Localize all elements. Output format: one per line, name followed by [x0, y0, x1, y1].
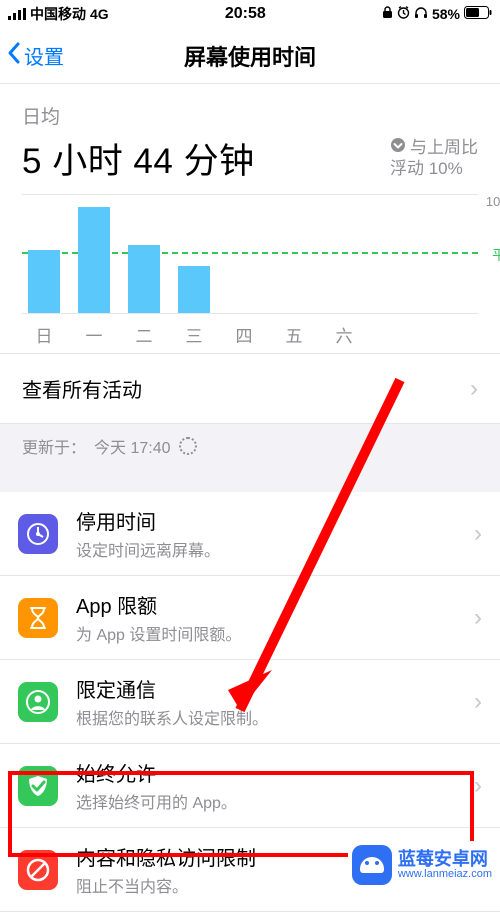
- alarm-icon: [397, 6, 410, 22]
- delta-line2: 浮动 10%: [390, 158, 478, 179]
- delta-block: 与上周比 浮动 10%: [390, 137, 478, 180]
- headphones-icon: [414, 6, 428, 22]
- updated-row: 更新于： 今天 17:40: [0, 424, 500, 472]
- status-bar: 中国移动 4G 20:58 58%: [0, 0, 500, 28]
- row-downtime[interactable]: 停用时间 设定时间远离屏幕。 ›: [0, 492, 500, 576]
- lock-icon: [382, 6, 393, 22]
- downtime-icon: [18, 514, 58, 554]
- bar: [128, 245, 160, 313]
- chevron-right-icon: ›: [470, 375, 478, 403]
- x-tick: 日: [28, 322, 60, 347]
- row-communication-title: 限定通信: [76, 674, 474, 703]
- x-tick: 六: [328, 322, 360, 347]
- row-app-limits[interactable]: App 限额 为 App 设置时间限额。 ›: [0, 576, 500, 660]
- spinner-icon: [179, 437, 197, 455]
- chevron-right-icon: ›: [474, 520, 482, 548]
- row-communication-limits[interactable]: 限定通信 根据您的联系人设定限制。 ›: [0, 660, 500, 744]
- network-label: 4G: [90, 6, 109, 22]
- view-all-activity-label: 查看所有活动: [22, 374, 142, 403]
- no-entry-icon: [18, 850, 58, 890]
- battery-label: 58%: [432, 6, 460, 22]
- chevron-right-icon: ›: [474, 772, 482, 800]
- daily-average-label: 日均: [22, 102, 478, 129]
- watermark-name: 蓝莓安卓网: [398, 850, 492, 868]
- watermark-url: www.lanmeiaz.com: [398, 868, 492, 880]
- updated-prefix: 更新于：: [22, 434, 86, 458]
- row-app-limits-sub: 为 App 设置时间限额。: [76, 621, 474, 645]
- checkmark-shield-icon: [18, 766, 58, 806]
- signal-icon: [8, 8, 26, 20]
- bar: [178, 266, 210, 313]
- view-all-activity[interactable]: 查看所有活动 ›: [0, 353, 500, 423]
- x-tick: 二: [128, 322, 160, 347]
- battery-icon: [464, 6, 492, 22]
- daily-average-value: 5 小时 44 分钟: [22, 133, 255, 184]
- y-axis-top: 10 小时: [486, 191, 500, 210]
- avg-line-label: 平均: [492, 245, 500, 265]
- chevron-left-icon: [6, 41, 22, 71]
- row-app-limits-title: App 限额: [76, 590, 474, 619]
- status-time: 20:58: [225, 5, 266, 23]
- summary-card: 日均 5 小时 44 分钟 与上周比 浮动 10% 10 小时 0 平均 日一二…: [0, 84, 500, 424]
- row-always-allowed-title: 始终允许: [76, 758, 474, 787]
- x-tick: 五: [278, 322, 310, 347]
- carrier-label: 中国移动: [30, 4, 86, 24]
- row-downtime-title: 停用时间: [76, 506, 474, 535]
- x-tick: 三: [178, 322, 210, 347]
- back-button[interactable]: 设置: [6, 28, 64, 83]
- nav-bar: 设置 屏幕使用时间: [0, 28, 500, 84]
- row-always-allowed-sub: 选择始终可用的 App。: [76, 789, 474, 813]
- back-label: 设置: [24, 41, 64, 70]
- chevron-right-icon: ›: [474, 688, 482, 716]
- row-downtime-sub: 设定时间远离屏幕。: [76, 537, 474, 561]
- page-title: 屏幕使用时间: [184, 40, 316, 72]
- bar: [78, 207, 110, 313]
- x-tick: 四: [228, 322, 260, 347]
- arrow-down-icon: [390, 137, 406, 158]
- chevron-right-icon: ›: [474, 604, 482, 632]
- person-circle-icon: [18, 682, 58, 722]
- watermark: 蓝莓安卓网 www.lanmeiaz.com: [348, 841, 500, 889]
- bar: [28, 250, 60, 313]
- row-communication-sub: 根据您的联系人设定限制。: [76, 705, 474, 729]
- row-always-allowed[interactable]: 始终允许 选择始终可用的 App。 ›: [0, 744, 500, 828]
- updated-time: 今天 17:40: [94, 434, 171, 458]
- android-icon: [352, 845, 392, 885]
- usage-chart[interactable]: 10 小时 0 平均 日一二三四五六: [0, 184, 500, 353]
- delta-line1: 与上周比: [410, 137, 478, 158]
- x-tick: 一: [78, 322, 110, 347]
- hourglass-icon: [18, 598, 58, 638]
